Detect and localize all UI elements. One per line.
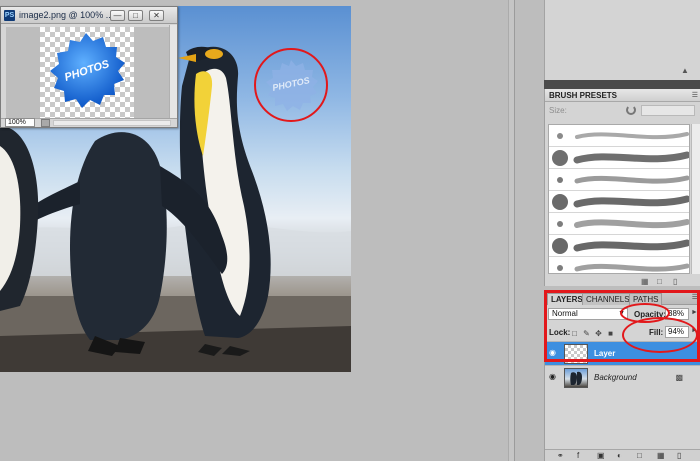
layer-style-icon[interactable]: f bbox=[577, 451, 586, 460]
new-group-icon[interactable]: □ bbox=[637, 451, 646, 460]
folder-icon[interactable]: □ bbox=[657, 277, 662, 286]
layer-name[interactable]: Background bbox=[594, 373, 637, 382]
zoom-field[interactable]: 100% bbox=[5, 118, 35, 127]
layer-thumbnail bbox=[564, 368, 588, 388]
brush-preset-list[interactable] bbox=[548, 124, 690, 274]
brush-preset-item[interactable] bbox=[549, 257, 689, 273]
close-button[interactable]: ✕ bbox=[149, 10, 164, 21]
lock-icon: ▩ bbox=[675, 373, 683, 382]
panel-separator bbox=[544, 80, 700, 89]
trash-icon[interactable]: ▯ bbox=[673, 277, 677, 286]
link-layers-icon[interactable]: ⚭ bbox=[557, 451, 566, 460]
trash-icon[interactable]: ▯ bbox=[677, 451, 686, 460]
brush-size-row: Size: bbox=[549, 105, 699, 117]
brush-preset-item[interactable] bbox=[549, 191, 689, 213]
restore-button[interactable]: □ bbox=[128, 10, 143, 21]
status-info-icon[interactable] bbox=[41, 119, 50, 127]
layer-row-background[interactable]: ◉ Background ▩ bbox=[545, 365, 700, 389]
highlight-oval-fill bbox=[622, 317, 698, 353]
new-layer-icon[interactable]: ▦ bbox=[657, 451, 666, 460]
status-bar: 100% bbox=[1, 118, 177, 127]
brush-preset-item[interactable] bbox=[549, 235, 689, 257]
brush-presets-header: BRUSH PRESETS ☰ bbox=[545, 89, 700, 102]
brush-preset-item[interactable] bbox=[549, 213, 689, 235]
horizontal-scrollbar[interactable] bbox=[53, 120, 171, 126]
tab-brush-presets[interactable]: BRUSH PRESETS bbox=[549, 91, 617, 100]
dock-gap bbox=[517, 0, 544, 461]
vertical-scrollbar[interactable] bbox=[169, 25, 177, 123]
reset-icon[interactable] bbox=[626, 105, 636, 115]
document-window[interactable]: PS image2.png @ 100% ... — □ ✕ PHOTOS 10… bbox=[0, 6, 178, 128]
brush-size-label: Size: bbox=[549, 106, 567, 115]
close-icon: ✕ bbox=[153, 11, 160, 20]
brush-preset-item[interactable] bbox=[549, 169, 689, 191]
adjustment-layer-icon[interactable]: ◐ bbox=[617, 451, 626, 460]
brush-panel-footer: ▦ □ ▯ bbox=[545, 276, 700, 286]
layers-panel-footer: ⚭ f ▣ ◐ □ ▦ ▯ bbox=[545, 449, 700, 461]
new-brush-icon[interactable]: ▦ bbox=[641, 277, 649, 286]
window-titlebar[interactable]: PS image2.png @ 100% ... — □ ✕ bbox=[1, 7, 177, 24]
brush-list-scrollbar[interactable] bbox=[691, 124, 700, 274]
brush-size-slider[interactable] bbox=[641, 105, 695, 116]
window-title: image2.png @ 100% ... bbox=[19, 10, 114, 20]
visibility-eye-icon[interactable]: ◉ bbox=[549, 373, 559, 381]
brush-preset-item[interactable] bbox=[549, 125, 689, 147]
document-canvas[interactable]: PHOTOS bbox=[6, 27, 174, 122]
minimize-icon: — bbox=[113, 11, 122, 20]
layer-mask-icon[interactable]: ▣ bbox=[597, 451, 606, 460]
dock-strip bbox=[508, 0, 515, 461]
brush-preset-item[interactable] bbox=[549, 147, 689, 169]
minimize-button[interactable]: — bbox=[110, 10, 125, 21]
panel-menu-icon[interactable]: ☰ bbox=[692, 91, 698, 99]
collapse-chevron-icon[interactable]: ▲ bbox=[681, 66, 689, 75]
brush-presets-panel: BRUSH PRESETS ☰ Size: ▦ □ ▯ bbox=[544, 89, 700, 286]
restore-icon: □ bbox=[133, 11, 138, 20]
photoshop-app-icon: PS bbox=[4, 10, 15, 21]
upper-panel: ▲ bbox=[544, 0, 700, 80]
